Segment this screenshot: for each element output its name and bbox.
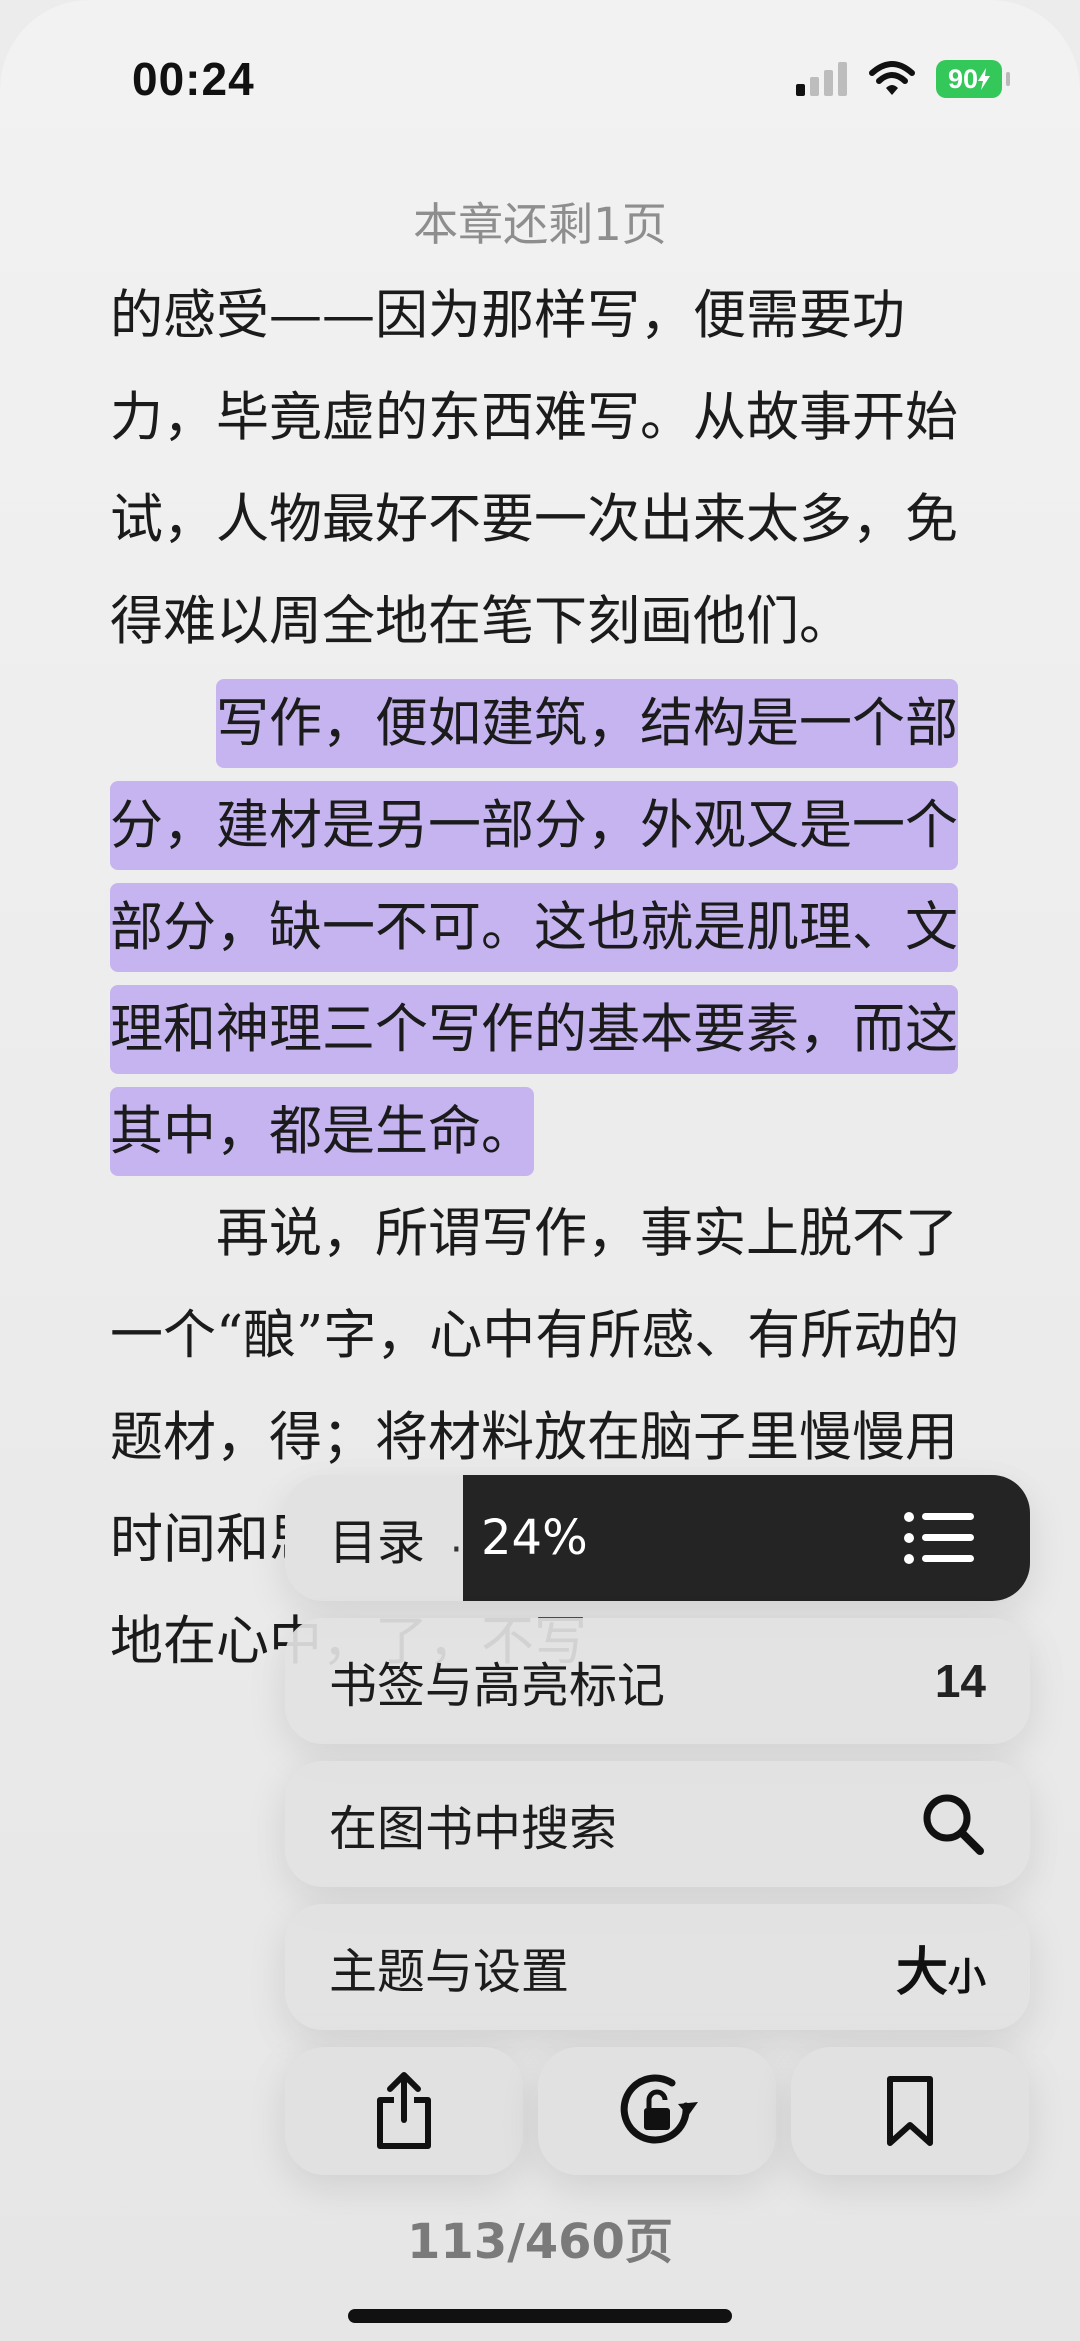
cellular-signal-icon xyxy=(796,62,847,96)
page-indicator: 113/460页 xyxy=(407,2214,673,2270)
toc-label: 目录 xyxy=(329,1515,426,1571)
highlighted-paragraph[interactable]: 写作，便如建筑，结构是一个部分，建材是另一部分，外观又是一个部分，缺一不可。这也… xyxy=(110,673,970,1183)
battery-level: 90 xyxy=(947,63,979,94)
font-size-icon: 大小 xyxy=(895,1942,986,2003)
wifi-icon xyxy=(869,61,915,95)
reader-screen: 00:24 90 本章还剩1页 的感受——因为那样写，便需要功力，毕竟虚的东西难… xyxy=(0,0,1080,2341)
chapter-remaining: 本章还剩1页 xyxy=(413,198,667,251)
charging-bolt-icon xyxy=(978,68,991,90)
theme-settings-button[interactable]: 主题与设置 大小 xyxy=(285,1904,1030,2030)
status-time: 00:24 xyxy=(132,53,255,105)
paragraph: 再说，所谓写作，事实上脱不了一个“酿”字，心中有所感、有所动的题材，得；将材料放… xyxy=(110,1203,960,1672)
search-label: 在图书中搜索 xyxy=(329,1801,618,1857)
rotation-lock-icon xyxy=(620,2074,698,2144)
search-book-button[interactable]: 在图书中搜索 xyxy=(285,1761,1030,1887)
bookmarks-count: 14 xyxy=(934,1655,986,1707)
share-button[interactable] xyxy=(285,2047,523,2175)
battery-indicator: 90 xyxy=(936,60,1010,98)
bookmarks-highlights-button[interactable]: 书签与高亮标记 14 xyxy=(285,1618,1030,1744)
bookmarks-label: 书签与高亮标记 xyxy=(329,1658,666,1714)
share-icon xyxy=(377,2072,431,2149)
bookmark-icon xyxy=(887,2076,933,2146)
home-indicator[interactable] xyxy=(348,2309,732,2323)
separator-dot: · xyxy=(450,1527,463,1573)
list-icon xyxy=(904,1512,974,1564)
reading-progress: 24% xyxy=(481,1510,588,1566)
text-highlight[interactable]: 写作，便如建筑，结构是一个部分，建材是另一部分，外观又是一个部分，缺一不可。这也… xyxy=(110,679,958,1176)
search-icon xyxy=(923,1794,984,1855)
paragraph: 的感受——因为那样写，便需要功力，毕竟虚的东西难写。从故事开始试，人物最好不要一… xyxy=(110,285,958,652)
theme-label: 主题与设置 xyxy=(329,1944,570,2000)
status-icons: 90 xyxy=(796,56,1010,102)
toc-button[interactable]: 目录 · 24% xyxy=(285,1475,1030,1601)
toc-progress-fill: 24% xyxy=(463,1475,1030,1601)
bookmark-button[interactable] xyxy=(791,2047,1029,2175)
rotation-lock-button[interactable] xyxy=(538,2047,776,2175)
